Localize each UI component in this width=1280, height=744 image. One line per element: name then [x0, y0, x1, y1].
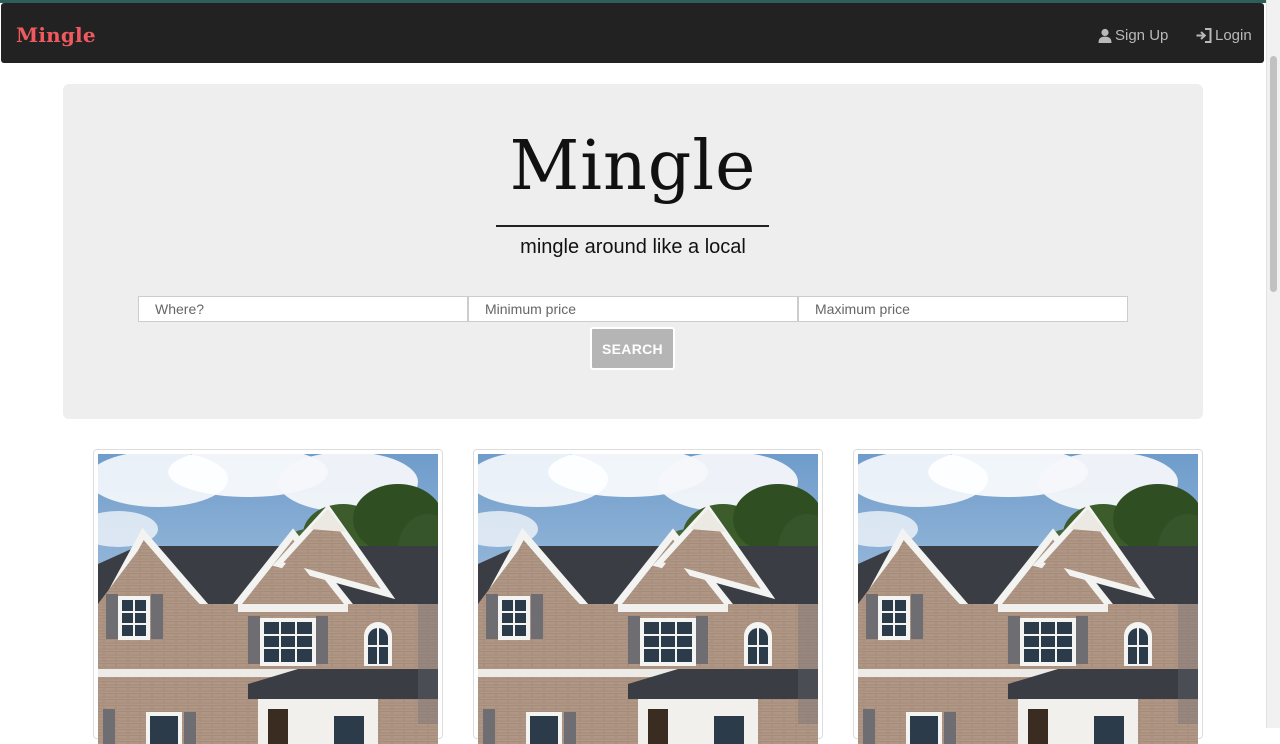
hero-title: Mingle — [509, 127, 757, 206]
search-button[interactable]: SEARCH — [590, 327, 675, 370]
page-scrollbar[interactable] — [1266, 0, 1280, 728]
scrollbar-thumb[interactable] — [1270, 56, 1277, 292]
navbar-brand[interactable]: Mingle — [16, 23, 96, 47]
login-icon — [1196, 28, 1212, 43]
navbar: Mingle Sign Up Login — [1, 3, 1264, 63]
login-link[interactable]: Login — [1196, 27, 1252, 44]
login-label: Login — [1215, 27, 1252, 44]
hero-divider — [496, 225, 769, 227]
hero-tagline: mingle around like a local — [520, 236, 746, 258]
listing-image[interactable] — [478, 454, 818, 744]
where-input[interactable] — [138, 296, 468, 322]
user-icon — [1098, 28, 1112, 43]
max-price-input[interactable] — [798, 296, 1128, 322]
listing-card[interactable] — [473, 449, 823, 739]
listing-card[interactable] — [93, 449, 443, 739]
min-price-input[interactable] — [468, 296, 798, 322]
listing-image[interactable] — [858, 454, 1198, 744]
signup-link[interactable]: Sign Up — [1098, 27, 1168, 44]
listing-image[interactable] — [98, 454, 438, 744]
listing-card[interactable] — [853, 449, 1203, 739]
signup-label: Sign Up — [1115, 27, 1169, 44]
